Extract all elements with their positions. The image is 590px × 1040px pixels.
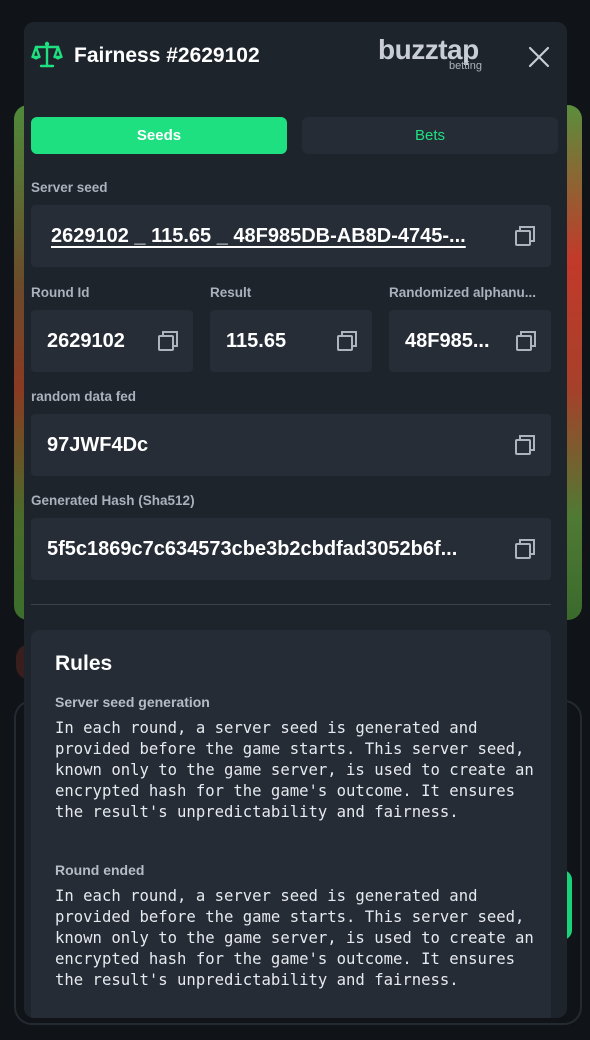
round-id-field: 2629102 [31,310,193,372]
result-value: 115.65 [226,330,287,352]
round-id-value: 2629102 [47,330,125,352]
modal-header: Fairness #2629102 buzztap betting [24,22,567,92]
tab-bets[interactable]: Bets [302,117,558,154]
copy-icon[interactable] [335,329,359,353]
close-icon[interactable] [524,42,554,72]
result-field: 115.65 [210,310,372,372]
randomized-label: Randomized alphanu... [389,285,537,300]
generated-hash-field: 5f5c1869c7c634573cbe3b2cbdfad3052b6f... [31,518,551,580]
copy-icon[interactable] [514,329,538,353]
rules-panel[interactable]: Rules Server seed generation In each rou… [31,630,551,1018]
server-seed-label: Server seed [31,180,108,195]
tab-bar: Seeds Bets [31,117,558,154]
tab-seeds[interactable]: Seeds [31,117,287,154]
random-data-value: 97JWF4Dc [47,434,149,456]
copy-icon[interactable] [513,433,537,457]
server-seed-value: 2629102 _ 115.65 _ 48F985DB-AB8D-4745-..… [51,225,466,247]
modal-title: Fairness #2629102 [74,44,260,67]
copy-icon[interactable] [156,329,180,353]
random-data-label: random data fed [31,389,137,404]
random-data-field: 97JWF4Dc [31,414,551,476]
server-seed-field: 2629102 _ 115.65 _ 48F985DB-AB8D-4745-..… [31,205,551,267]
brand-logo-tagline: betting [448,60,482,72]
round-id-label: Round Id [31,285,90,300]
rule-text-server-seed: In each round, a server seed is generate… [55,719,534,821]
rule-heading-server-seed: Server seed generation [55,694,210,710]
rules-title: Rules [55,652,113,675]
fairness-modal: Fairness #2629102 buzztap betting Seeds … [24,22,567,1018]
copy-icon[interactable] [513,224,537,248]
result-label: Result [210,285,252,300]
generated-hash-label: Generated Hash (Sha512) [31,493,195,508]
randomized-field: 48F985... [389,310,551,372]
rule-heading-round-ended: Round ended [55,862,145,878]
randomized-value: 48F985... [405,330,490,352]
rule-text-round-ended: In each round, a server seed is generate… [55,887,534,989]
brand-logo: buzztap betting [378,34,490,74]
scale-icon [31,41,63,68]
copy-icon[interactable] [513,537,537,561]
divider [31,604,551,605]
generated-hash-value: 5f5c1869c7c634573cbe3b2cbdfad3052b6f... [47,538,458,560]
